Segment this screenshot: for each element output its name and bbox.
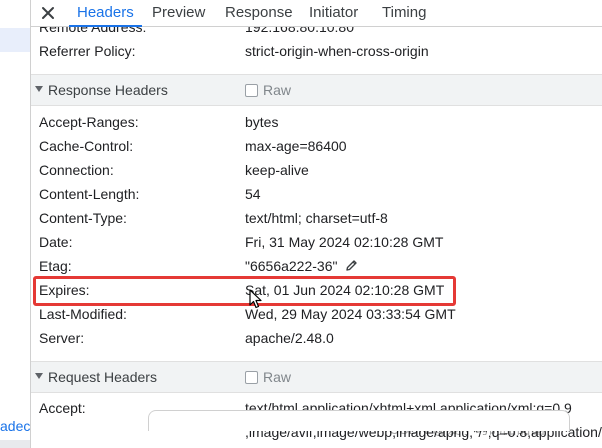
header-value: Fri, 31 May 2024 02:10:28 GMT <box>245 234 444 250</box>
header-value: apache/2.48.0 <box>245 330 334 346</box>
response-headers-section[interactable]: Response Headers Raw <box>31 74 602 106</box>
caret-down-icon[interactable] <box>35 373 43 379</box>
header-value: text/html; charset=utf-8 <box>245 210 388 226</box>
caret-down-icon[interactable] <box>35 86 43 92</box>
header-value: keep-alive <box>245 162 309 178</box>
response-header-row: Server: apache/2.48.0 <box>31 326 602 350</box>
request-list-bottom-bar <box>0 440 30 448</box>
header-name: Accept: <box>39 400 86 416</box>
response-header-row: Content-Type: text/html; charset=utf-8 <box>31 206 602 230</box>
header-value: Wed, 29 May 2024 03:33:54 GMT <box>245 306 456 322</box>
response-header-row: Cache-Control: max-age=86400 <box>31 134 602 158</box>
response-headers-title[interactable]: Response Headers <box>48 75 168 105</box>
header-name: Remote Address: <box>39 27 147 35</box>
tab-headers[interactable]: Headers <box>69 0 142 27</box>
response-header-row: Content-Length: 54 <box>31 182 602 206</box>
header-name: Expires: <box>39 282 90 298</box>
tab-initiator[interactable]: Initiator <box>309 0 358 26</box>
tab-preview[interactable]: Preview <box>152 0 205 26</box>
header-value: Sat, 01 Jun 2024 02:10:28 GMT <box>245 282 445 298</box>
raw-toggle[interactable]: Raw <box>245 75 291 105</box>
response-header-row: Date: Fri, 31 May 2024 02:10:28 GMT <box>31 230 602 254</box>
header-value: strict-origin-when-cross-origin <box>245 43 429 59</box>
general-row: Remote Address: 192.168.80.10:80 <box>31 27 602 39</box>
header-name: Etag: <box>39 258 72 274</box>
pencil-icon[interactable] <box>345 259 358 272</box>
raw-checkbox[interactable] <box>245 83 258 97</box>
header-value: max-age=86400 <box>245 138 347 154</box>
header-name: Content-Length: <box>39 186 140 202</box>
header-value: "6656a222-36" <box>245 254 358 278</box>
header-name: Accept-Ranges: <box>39 114 139 130</box>
header-value: 192.168.80.10:80 <box>245 27 354 35</box>
request-headers-title[interactable]: Request Headers <box>48 362 157 392</box>
header-name: Referrer Policy: <box>39 43 136 59</box>
etag-value: "6656a222-36" <box>245 258 338 274</box>
header-name: Server: <box>39 330 85 346</box>
close-icon[interactable] <box>37 1 59 25</box>
raw-toggle[interactable]: Raw <box>245 362 291 392</box>
general-row: Referrer Policy: strict-origin-when-cros… <box>31 39 602 63</box>
header-name: Content-Type: <box>39 210 127 226</box>
raw-label[interactable]: Raw <box>263 362 291 392</box>
response-header-row: Expires: Sat, 01 Jun 2024 02:10:28 GMT <box>31 278 602 302</box>
header-value: 54 <box>245 186 261 202</box>
response-header-row: Last-Modified: Wed, 29 May 2024 03:33:54… <box>31 302 602 326</box>
response-header-row: Etag: "6656a222-36" <box>31 254 602 278</box>
response-header-row: Connection: keep-alive <box>31 158 602 182</box>
headers-content: Remote Address: 192.168.80.10:80 Referre… <box>31 27 602 448</box>
details-tab-bar: Headers Preview Response Initiator Timin… <box>31 0 602 27</box>
tab-timing[interactable]: Timing <box>382 0 426 26</box>
request-headers-section[interactable]: Request Headers Raw <box>31 361 602 393</box>
header-value: bytes <box>245 114 279 130</box>
header-name: Cache-Control: <box>39 138 134 154</box>
request-list-truncated-text[interactable]: adec <box>0 418 30 434</box>
request-list-panel: adec <box>0 0 31 448</box>
selected-request-row[interactable] <box>0 28 30 52</box>
header-name: Last-Modified: <box>39 306 127 322</box>
raw-checkbox[interactable] <box>245 370 258 384</box>
tab-response[interactable]: Response <box>225 0 293 26</box>
bottom-overlay-chip <box>148 410 570 431</box>
response-header-row: Accept-Ranges: bytes <box>31 110 602 134</box>
header-name: Connection: <box>39 162 114 178</box>
header-name: Date: <box>39 234 73 250</box>
raw-label[interactable]: Raw <box>263 75 291 105</box>
